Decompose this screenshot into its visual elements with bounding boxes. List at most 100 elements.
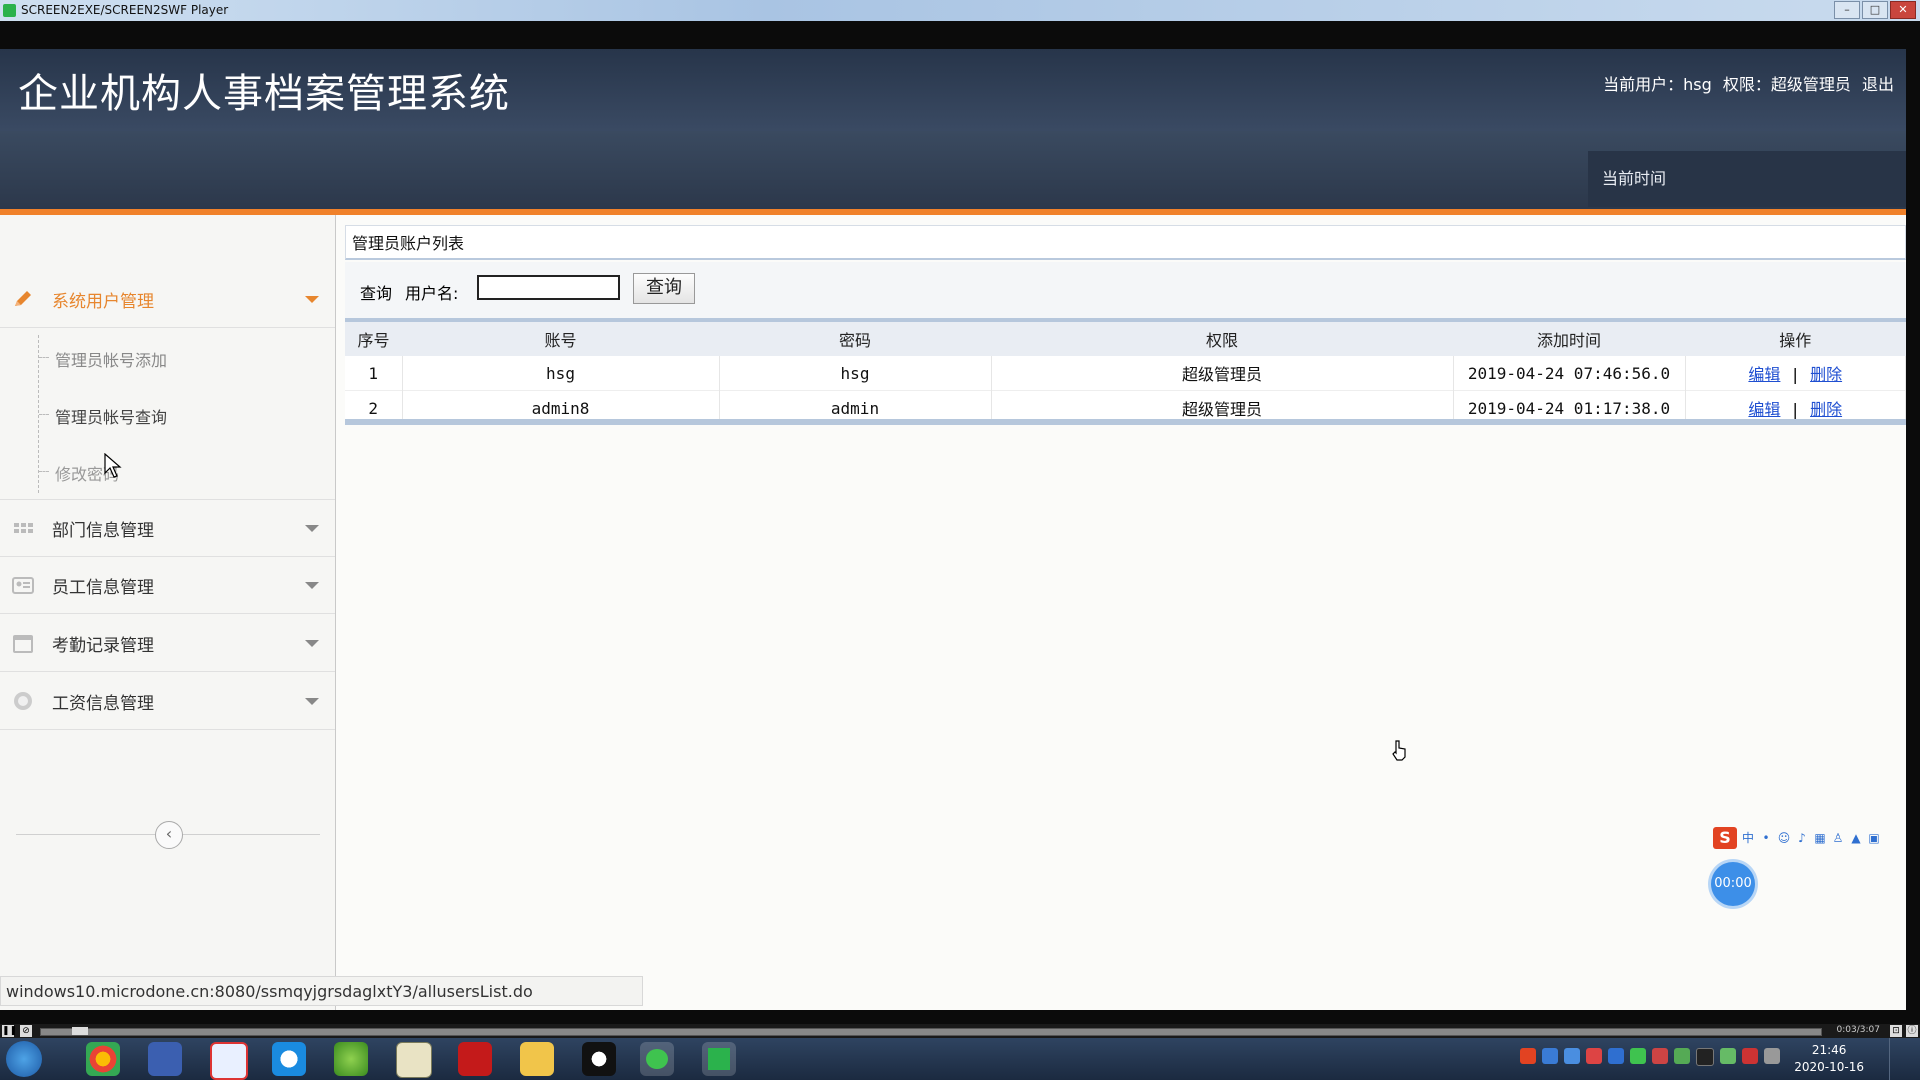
search-button[interactable]: 查询 bbox=[633, 273, 695, 304]
start-button[interactable] bbox=[6, 1041, 42, 1077]
recording-timer[interactable]: 00:00 bbox=[1711, 862, 1755, 906]
username-search-input[interactable] bbox=[477, 275, 620, 300]
menu-attendance[interactable]: 考勤记录管理 bbox=[0, 615, 335, 672]
playback-time: 0:03/3:07 bbox=[1836, 1025, 1880, 1035]
menu-label: 部门信息管理 bbox=[52, 521, 154, 541]
flash-icon[interactable] bbox=[458, 1042, 492, 1076]
cell-account: hsg bbox=[402, 356, 720, 391]
menu-departments[interactable]: 部门信息管理 bbox=[0, 499, 335, 557]
action-separator: | bbox=[1790, 400, 1801, 419]
user-icon[interactable]: ♙ bbox=[1831, 831, 1845, 845]
info-icon[interactable]: ⓘ bbox=[1906, 1025, 1918, 1037]
col-password: 密码 bbox=[719, 322, 991, 356]
seek-thumb[interactable] bbox=[72, 1027, 88, 1035]
window-title: SCREEN2EXE/SCREEN2SWF Player bbox=[21, 3, 229, 17]
cell-added-time: 2019-04-24 07:46:56.0 bbox=[1453, 356, 1686, 391]
volume-icon[interactable] bbox=[1742, 1048, 1758, 1064]
wechat-icon[interactable] bbox=[640, 1042, 674, 1076]
edit-link[interactable]: 编辑 bbox=[1748, 400, 1780, 419]
cell-actions: 编辑 | 删除 bbox=[1685, 356, 1906, 391]
menu-label: 考勤记录管理 bbox=[52, 636, 154, 656]
close-button[interactable]: ✕ bbox=[1890, 1, 1916, 19]
taskbar-clock[interactable]: 21:46 2020-10-16 bbox=[1794, 1042, 1864, 1076]
role-value: 超级管理员 bbox=[1770, 75, 1851, 94]
collapse-sidebar-button[interactable]: ‹ bbox=[155, 821, 183, 849]
app-window-icon[interactable] bbox=[148, 1042, 182, 1076]
menu-system-users[interactable]: 系统用户管理 bbox=[0, 271, 335, 328]
baidu-netdisk-icon[interactable] bbox=[210, 1042, 248, 1080]
tray-app-icon[interactable] bbox=[1564, 1048, 1580, 1064]
sidebar: 系统用户管理 管理员帐号添加 管理员帐号查询 修改密码 部门信息管理 员工信息管… bbox=[0, 215, 336, 1010]
network-icon[interactable] bbox=[1764, 1048, 1780, 1064]
menu-employees[interactable]: 员工信息管理 bbox=[0, 557, 335, 614]
submenu-admin-add[interactable]: 管理员帐号添加 bbox=[39, 347, 167, 371]
status-bar-url: windows10.microdone.cn:8080/ssmqyjgrsdag… bbox=[0, 976, 643, 1006]
sogou-tray-icon[interactable] bbox=[1520, 1048, 1536, 1064]
current-user: hsg bbox=[1683, 75, 1712, 94]
edit-link[interactable]: 编辑 bbox=[1748, 365, 1780, 384]
tray-app-icon[interactable] bbox=[1652, 1048, 1668, 1064]
browser-icon[interactable] bbox=[272, 1042, 306, 1076]
clock-time: 21:46 bbox=[1811, 1043, 1847, 1057]
file-explorer-icon[interactable] bbox=[520, 1042, 554, 1076]
col-added-time: 添加时间 bbox=[1453, 322, 1685, 356]
pause-icon[interactable]: ❚❚ bbox=[2, 1025, 17, 1037]
user-info: 当前用户：hsg 权限：超级管理员 退出 bbox=[1597, 71, 1894, 95]
emoji-icon[interactable]: ☺ bbox=[1777, 831, 1791, 845]
battery-icon[interactable] bbox=[1720, 1048, 1736, 1064]
clock-date: 2020-10-16 bbox=[1794, 1060, 1864, 1074]
col-no: 序号 bbox=[345, 322, 402, 356]
grid-icon bbox=[14, 523, 33, 533]
web-page: 企业机构人事档案管理系统 当前用户：hsg 权限：超级管理员 退出 当前时间 系… bbox=[0, 49, 1906, 1010]
ime-mode[interactable]: 中 bbox=[1741, 831, 1755, 845]
chart-app-icon[interactable] bbox=[396, 1042, 432, 1078]
qq-icon[interactable] bbox=[582, 1042, 616, 1076]
role-label: 权限： bbox=[1722, 75, 1771, 94]
chevron-down-icon bbox=[305, 640, 319, 647]
ime-toolbar: S 中 • ☺ ♪ ▦ ♙ ▲ ▣ bbox=[1713, 826, 1881, 850]
delete-link[interactable]: 删除 bbox=[1810, 400, 1842, 419]
window-controls: – □ ✕ bbox=[1834, 1, 1916, 19]
tray-app-icon[interactable] bbox=[1586, 1048, 1602, 1064]
shield-icon[interactable] bbox=[1608, 1048, 1624, 1064]
windows-taskbar: 21:46 2020-10-16 bbox=[0, 1038, 1920, 1080]
table-header-row: 序号 账号 密码 权限 添加时间 操作 bbox=[345, 322, 1906, 356]
sogou-logo-icon[interactable]: S bbox=[1713, 827, 1737, 849]
chevron-down-icon bbox=[305, 525, 319, 532]
seek-track[interactable] bbox=[40, 1028, 1822, 1036]
system-title: 企业机构人事档案管理系统 bbox=[18, 71, 510, 117]
chevron-down-icon bbox=[305, 582, 319, 589]
microphone-icon[interactable]: ♪ bbox=[1795, 831, 1809, 845]
window-titlebar: SCREEN2EXE/SCREEN2SWF Player – □ ✕ bbox=[0, 0, 1920, 21]
chrome-icon[interactable] bbox=[86, 1042, 120, 1076]
wechat-tray-icon[interactable] bbox=[1630, 1048, 1646, 1064]
submenu-admin-query[interactable]: 管理员帐号查询 bbox=[39, 404, 167, 428]
arrow-cursor-icon bbox=[104, 453, 122, 478]
skin-icon[interactable]: ▲ bbox=[1849, 831, 1863, 845]
qq-tray-icon[interactable] bbox=[1696, 1048, 1714, 1066]
cell-role: 超级管理员 bbox=[991, 356, 1454, 391]
username-label: 用户名: bbox=[405, 284, 459, 303]
screen2swf-icon[interactable] bbox=[702, 1042, 736, 1076]
panel-title: 管理员账户列表 bbox=[345, 225, 1906, 260]
green-app-icon[interactable] bbox=[334, 1042, 368, 1076]
delete-link[interactable]: 删除 bbox=[1810, 365, 1842, 384]
maximize-button[interactable]: □ bbox=[1862, 1, 1888, 19]
keyboard-icon[interactable]: ▦ bbox=[1813, 831, 1827, 845]
logout-link[interactable]: 退出 bbox=[1862, 75, 1894, 94]
tray-app-icon[interactable] bbox=[1542, 1048, 1558, 1064]
stop-icon[interactable]: ⊘ bbox=[20, 1025, 32, 1037]
minimize-button[interactable]: – bbox=[1834, 1, 1860, 19]
player-control-bar: ❚❚ ⊘ 0:03/3:07 ⊡ ⓘ bbox=[0, 1024, 1920, 1038]
tray-app-icon[interactable] bbox=[1674, 1048, 1690, 1064]
chevron-down-icon bbox=[305, 698, 319, 705]
menu-grid-icon[interactable]: ▣ bbox=[1867, 831, 1881, 845]
app-icon bbox=[3, 4, 16, 17]
menu-salary[interactable]: 工资信息管理 bbox=[0, 673, 335, 730]
menu-label: 员工信息管理 bbox=[52, 578, 154, 598]
search-bar: 查询 用户名: 查询 bbox=[345, 262, 1906, 323]
show-desktop-button[interactable] bbox=[1889, 1038, 1920, 1080]
punctuation-icon[interactable]: • bbox=[1759, 831, 1773, 845]
chevron-down-icon bbox=[305, 296, 319, 303]
fullscreen-icon[interactable]: ⊡ bbox=[1890, 1025, 1902, 1037]
